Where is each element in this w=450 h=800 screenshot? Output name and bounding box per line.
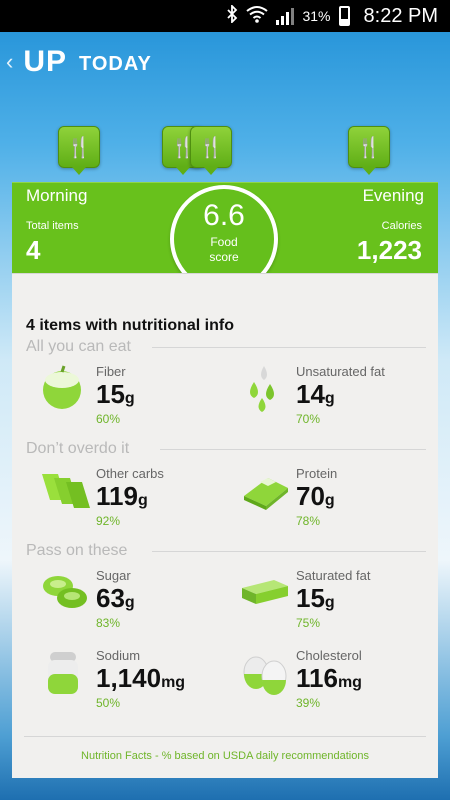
food-score-label: Food score: [209, 235, 239, 264]
bluetooth-icon: [226, 3, 238, 27]
app-header: ‹ UP TODAY: [6, 44, 152, 80]
status-bar: 31% 8:22 PM: [0, 0, 450, 32]
signal-icon: [276, 7, 295, 25]
nutrient-other-carbs[interactable]: Other carbs 119g 92%: [40, 466, 230, 536]
fork-knife-icon: 🍴: [66, 136, 92, 159]
nutrient-name: Unsaturated fat: [296, 364, 385, 379]
nutrient-percent: 39%: [296, 696, 321, 710]
nutrient-name: Saturated fat: [296, 568, 371, 583]
nutrient-percent: 60%: [96, 412, 121, 426]
section-divider: [160, 449, 426, 450]
nutrition-card: 4 items with nutritional info All you ca…: [12, 273, 438, 778]
section-title-all-you-can-eat: All you can eat: [26, 338, 131, 355]
section-title-pass-on-these: Pass on these: [26, 542, 128, 559]
wifi-icon: [246, 5, 269, 27]
total-items-value: 4: [26, 235, 41, 265]
nutrient-amount: 116mg: [296, 663, 362, 693]
meal-marker-3[interactable]: 🍴: [190, 126, 232, 175]
footer-divider: [24, 736, 426, 737]
nutrient-protein[interactable]: Protein 70g 78%: [240, 466, 430, 536]
nutrient-name: Sugar: [96, 568, 131, 583]
nutrient-name: Protein: [296, 466, 338, 481]
meal-marker-4[interactable]: 🍴: [348, 126, 390, 175]
candy-icon: [40, 568, 90, 618]
nutrient-saturated-fat[interactable]: Saturated fat 15g 75%: [240, 568, 430, 638]
battery-icon: [338, 6, 350, 26]
clock: 8:22 PM: [363, 4, 438, 27]
nutrient-amount: 63g: [96, 583, 135, 613]
evening-label: Evening: [362, 186, 424, 205]
meat-icon: [240, 466, 290, 516]
nutrient-percent: 75%: [296, 616, 321, 630]
nutrient-cholesterol[interactable]: Cholesterol 116mg 39%: [240, 648, 430, 718]
calories-value: 1,223: [356, 235, 422, 265]
fork-knife-icon: 🍴: [356, 136, 382, 159]
section-title-dont-overdo-it: Don’t overdo it: [26, 440, 130, 457]
bread-slices-icon: [40, 466, 90, 516]
nutrient-amount: 15g: [96, 379, 135, 409]
nutrient-name: Other carbs: [96, 466, 164, 481]
nutrient-amount: 15g: [296, 583, 335, 613]
butter-icon: [240, 568, 290, 618]
nutrient-percent: 83%: [96, 616, 121, 630]
nutrient-fiber[interactable]: Fiber 15g 60%: [40, 364, 230, 434]
oil-drops-icon: [240, 364, 290, 414]
food-score-value: 6.6: [203, 199, 245, 232]
salt-shaker-icon: [40, 648, 90, 698]
nutrient-amount: 70g: [296, 481, 335, 511]
morning-label: Morning: [26, 186, 88, 205]
section-divider: [152, 551, 426, 552]
nutrient-percent: 70%: [296, 412, 321, 426]
nutrient-percent: 50%: [96, 696, 121, 710]
nutrient-name: Cholesterol: [296, 648, 362, 663]
nutrient-percent: 92%: [96, 514, 121, 528]
battery-percent: 31%: [302, 8, 331, 24]
section-divider: [152, 347, 426, 348]
nutrient-unsaturated-fat[interactable]: Unsaturated fat 14g 70%: [240, 364, 430, 434]
nutrient-sodium[interactable]: Sodium 1,140mg 50%: [40, 648, 230, 718]
day-summary: Morning Evening Total items 4 Calories 1…: [12, 182, 438, 293]
fork-knife-icon: 🍴: [198, 136, 224, 159]
meal-marker-1[interactable]: 🍴: [58, 126, 100, 175]
back-chevron-icon[interactable]: ‹: [6, 49, 13, 75]
total-items-label: Total items: [26, 220, 79, 232]
nutrient-name: Fiber: [96, 364, 126, 379]
nutrient-amount: 119g: [96, 481, 148, 511]
nutrient-name: Sodium: [96, 648, 141, 663]
nutrient-percent: 78%: [296, 514, 321, 528]
card-title: 4 items with nutritional info: [26, 317, 234, 334]
nutrient-amount: 14g: [296, 379, 335, 409]
apple-icon: [40, 364, 90, 414]
calories-label: Calories: [381, 220, 422, 232]
nutrition-footnote: Nutrition Facts - % based on USDA daily …: [81, 750, 369, 762]
nutrient-amount: 1,140mg: [96, 663, 186, 693]
eggs-icon: [240, 648, 290, 698]
nutrient-sugar[interactable]: Sugar 63g 83%: [40, 568, 230, 638]
page-title: TODAY: [79, 52, 152, 75]
app-logo: UP: [23, 45, 68, 78]
